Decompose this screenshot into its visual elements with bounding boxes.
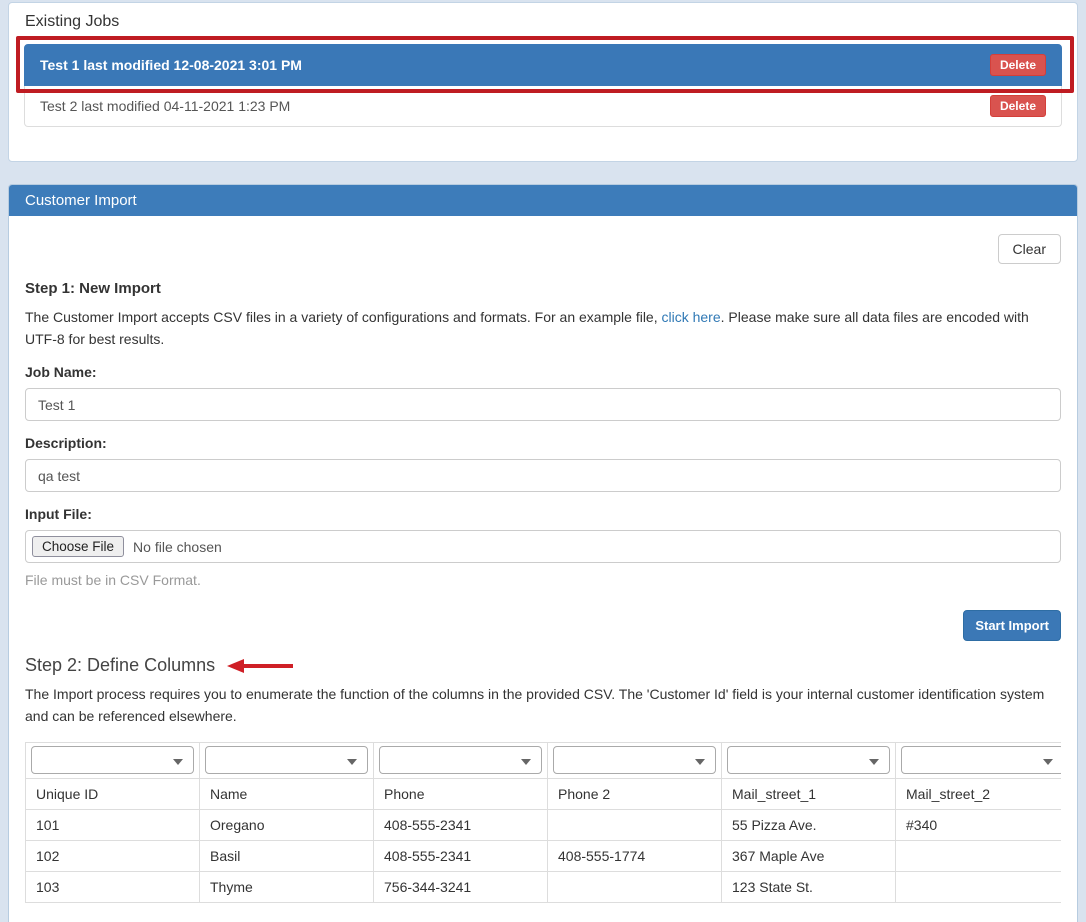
column-header: Phone	[374, 778, 548, 809]
start-import-button[interactable]: Start Import	[963, 610, 1061, 641]
column-header: Mail_street_2	[896, 778, 1062, 809]
step1-description: The Customer Import accepts CSV files in…	[25, 307, 1061, 350]
chevron-down-icon	[869, 759, 879, 765]
description-label: Description:	[25, 435, 1061, 451]
clear-button[interactable]: Clear	[998, 234, 1061, 264]
delete-job-button[interactable]: Delete	[990, 54, 1046, 76]
existing-jobs-title: Existing Jobs	[25, 13, 1062, 31]
table-cell: 123 State St.	[722, 871, 896, 902]
job-name-label: Job Name:	[25, 364, 1061, 380]
file-input[interactable]: Choose File No file chosen	[25, 530, 1061, 563]
column-mapping-select[interactable]	[727, 746, 890, 774]
step2-description: The Import process requires you to enume…	[25, 684, 1061, 727]
job-name-input[interactable]	[25, 388, 1061, 421]
table-cell: Thyme	[200, 871, 374, 902]
delete-job-button[interactable]: Delete	[990, 95, 1046, 117]
page: Existing Jobs Test 1 last modified 12-08…	[0, 0, 1086, 922]
table-cell: 408-555-2341	[374, 809, 548, 840]
table-cell: 55 Pizza Ave.	[722, 809, 896, 840]
table-cell: 408-555-1774	[548, 840, 722, 871]
column-mapping-select[interactable]	[205, 746, 368, 774]
customer-import-panel: Customer Import Clear Step 1: New Import…	[8, 184, 1078, 922]
column-header: Phone 2	[548, 778, 722, 809]
table-cell: 367 Maple Ave	[722, 840, 896, 871]
table-cell	[548, 809, 722, 840]
column-select-cell	[374, 742, 548, 778]
table-cell	[896, 871, 1062, 902]
table-cell: 101	[26, 809, 200, 840]
table-cell: 756-344-3241	[374, 871, 548, 902]
customer-import-body: Clear Step 1: New Import The Customer Im…	[9, 216, 1077, 922]
job-row-test1[interactable]: Test 1 last modified 12-08-2021 3:01 PM …	[24, 44, 1062, 86]
column-select-cell	[896, 742, 1062, 778]
column-mapping-select[interactable]	[553, 746, 716, 774]
table-cell: 408-555-2341	[374, 840, 548, 871]
table-cell: Basil	[200, 840, 374, 871]
chevron-down-icon	[347, 759, 357, 765]
job-label: Test 1 last modified 12-08-2021 3:01 PM	[40, 57, 302, 73]
chevron-down-icon	[173, 759, 183, 765]
customer-import-header: Customer Import	[9, 185, 1077, 216]
column-header: Unique ID	[26, 778, 200, 809]
jobs-list: Test 1 last modified 12-08-2021 3:01 PM …	[24, 44, 1062, 127]
no-file-chosen-text: No file chosen	[133, 539, 222, 555]
annotation-arrow	[227, 658, 293, 674]
table-cell: 102	[26, 840, 200, 871]
column-select-cell	[26, 742, 200, 778]
column-mapping-select[interactable]	[379, 746, 542, 774]
table-cell	[548, 871, 722, 902]
desc-text: The Customer Import accepts CSV files in…	[25, 309, 662, 325]
table-row: 102Basil408-555-2341408-555-1774367 Mapl…	[26, 840, 1062, 871]
table-cell	[896, 840, 1062, 871]
step2-heading: Step 2: Define Columns	[25, 655, 215, 676]
input-file-label: Input File:	[25, 506, 1061, 522]
table-row: 101Oregano408-555-2341 55 Pizza Ave.#340	[26, 809, 1062, 840]
click-here-link[interactable]: click here	[662, 309, 721, 325]
job-row-test2[interactable]: Test 2 last modified 04-11-2021 1:23 PM …	[24, 86, 1062, 127]
table-scroll-area: Unique IDNamePhonePhone 2Mail_street_1Ma…	[25, 742, 1061, 903]
column-header: Mail_street_1	[722, 778, 896, 809]
table-row: 103Thyme756-344-3241 123 State St.	[26, 871, 1062, 902]
column-select-cell	[200, 742, 374, 778]
description-input[interactable]	[25, 459, 1061, 492]
step1-heading: Step 1: New Import	[25, 280, 1061, 297]
column-select-cell	[722, 742, 896, 778]
chevron-down-icon	[695, 759, 705, 765]
table-cell: Oregano	[200, 809, 374, 840]
existing-jobs-panel: Existing Jobs Test 1 last modified 12-08…	[8, 2, 1078, 162]
import-preview-table: Unique IDNamePhonePhone 2Mail_street_1Ma…	[25, 742, 1061, 903]
column-header: Name	[200, 778, 374, 809]
chevron-down-icon	[521, 759, 531, 765]
job-label: Test 2 last modified 04-11-2021 1:23 PM	[40, 98, 290, 114]
chevron-down-icon	[1043, 759, 1053, 765]
column-select-cell	[548, 742, 722, 778]
choose-file-button[interactable]: Choose File	[32, 536, 124, 557]
csv-format-note: File must be in CSV Format.	[25, 572, 1061, 588]
table-cell: 103	[26, 871, 200, 902]
column-mapping-select[interactable]	[901, 746, 1061, 774]
column-mapping-select[interactable]	[31, 746, 194, 774]
table-cell: #340	[896, 809, 1062, 840]
table-header-row: Unique IDNamePhonePhone 2Mail_street_1Ma…	[26, 778, 1062, 809]
